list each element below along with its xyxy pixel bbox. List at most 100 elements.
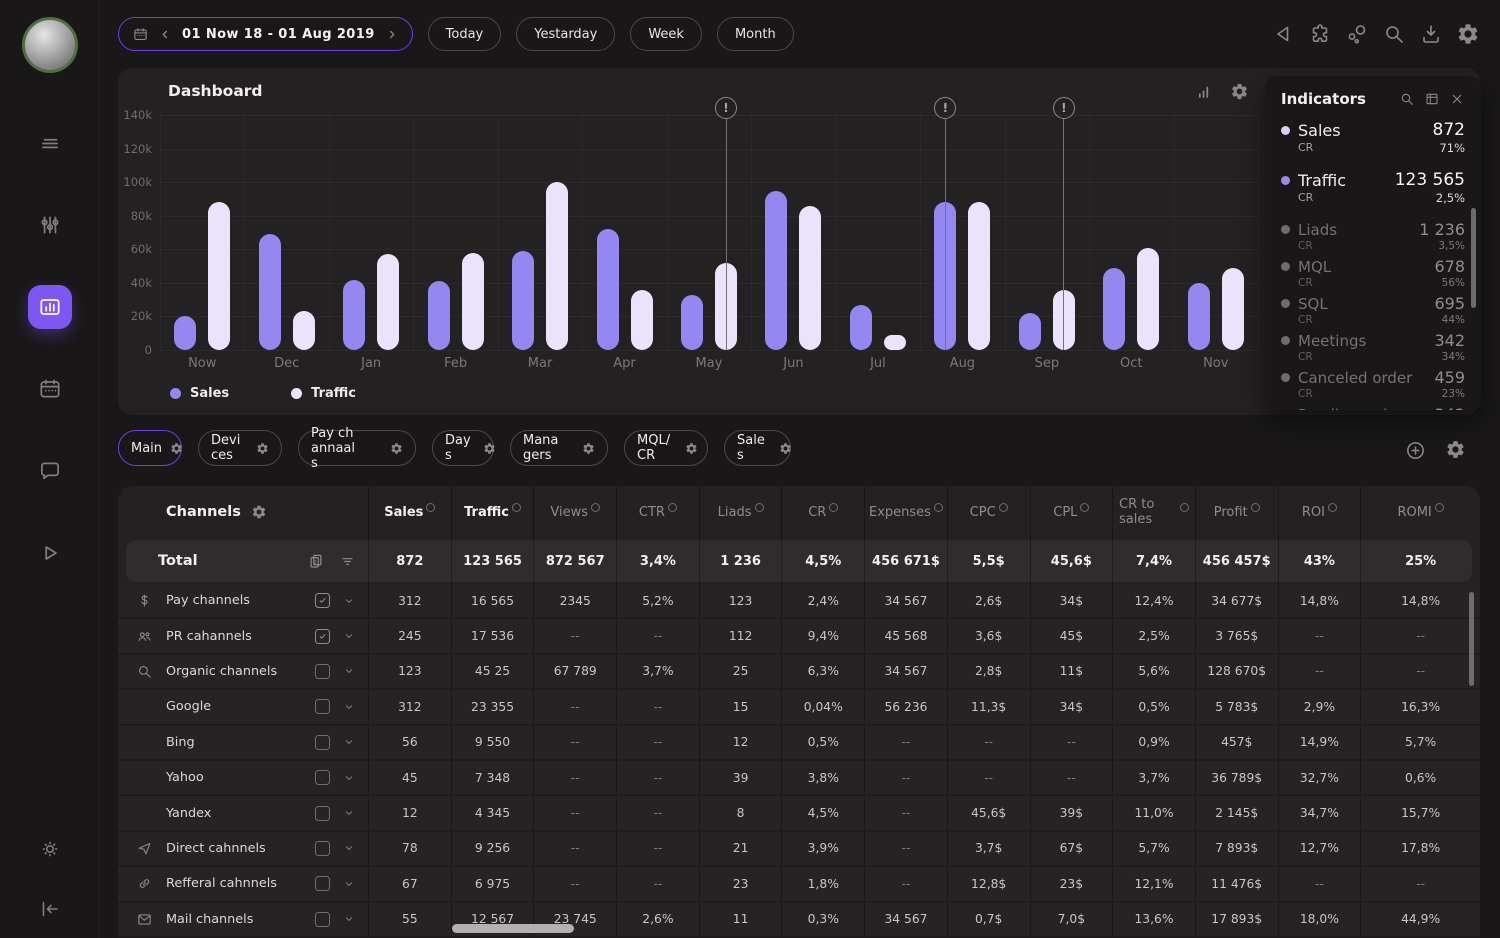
search-icon[interactable] [1399, 91, 1415, 107]
row-checkbox[interactable] [315, 806, 330, 821]
add-filter-button[interactable] [1404, 439, 1427, 462]
column-header-cr[interactable]: CR [781, 486, 864, 538]
table-vertical-scrollbar[interactable] [1469, 592, 1474, 686]
table-icon[interactable] [1424, 91, 1440, 107]
row-checkbox[interactable] [315, 664, 330, 679]
row-checkbox[interactable] [315, 593, 330, 608]
chart-settings-icon[interactable] [1230, 82, 1249, 102]
chevron-down-icon[interactable] [342, 841, 356, 855]
column-header-liads[interactable]: Liads [699, 486, 782, 538]
row-checkbox[interactable] [315, 629, 330, 644]
sidebar-item-chat[interactable] [28, 449, 72, 493]
annotation-marker[interactable]: ! [934, 97, 956, 119]
info-icon[interactable] [999, 503, 1008, 512]
avatar[interactable] [22, 17, 78, 73]
filter-chip-sales[interactable]: Sales [724, 430, 791, 466]
info-icon[interactable] [755, 503, 764, 512]
column-header-cpl[interactable]: CPL [1030, 486, 1113, 538]
indicator-meetings[interactable]: Meetings342CR34% [1281, 331, 1465, 363]
chevron-down-icon[interactable] [342, 912, 356, 926]
chart-type-icon[interactable] [1194, 82, 1214, 102]
column-header-romi[interactable]: ROMI [1360, 486, 1480, 538]
sidebar-item-filters[interactable] [28, 203, 72, 247]
info-icon[interactable] [1080, 503, 1089, 512]
info-icon[interactable] [1435, 503, 1444, 512]
row-checkbox[interactable] [315, 699, 330, 714]
chevron-down-icon[interactable] [342, 771, 356, 785]
column-header-traffic[interactable]: Traffic [451, 486, 534, 538]
info-icon[interactable] [668, 503, 677, 512]
annotation-marker[interactable]: ! [715, 97, 737, 119]
info-icon[interactable] [934, 503, 943, 512]
column-header-cpc[interactable]: CPC [947, 486, 1030, 538]
close-icon[interactable] [1449, 91, 1465, 107]
download-icon[interactable] [1419, 22, 1443, 46]
chevron-down-icon[interactable] [342, 806, 356, 820]
chip-gear-icon[interactable] [779, 442, 792, 455]
chip-gear-icon[interactable] [582, 442, 595, 455]
legend-item-sales[interactable]: Sales [170, 386, 229, 401]
chevron-down-icon[interactable] [342, 594, 356, 608]
chevron-down-icon[interactable] [342, 629, 356, 643]
column-header-roi[interactable]: ROI [1278, 486, 1361, 538]
column-header-cr-to-sales[interactable]: CR to sales [1112, 486, 1195, 538]
filter-chip-devices[interactable]: Devices [198, 430, 282, 466]
chevron-down-icon[interactable] [342, 664, 356, 678]
column-header-expenses[interactable]: Expenses [864, 486, 947, 538]
column-header-views[interactable]: Views [533, 486, 616, 538]
sidebar-item-calendar[interactable] [28, 367, 72, 411]
month-button[interactable]: Month [717, 17, 794, 51]
row-checkbox[interactable] [315, 770, 330, 785]
sidebar-item-collapse[interactable] [33, 892, 67, 926]
filter-chip-mql-cr[interactable]: MQL/CR [624, 430, 708, 466]
column-header-ctr[interactable]: CTR [616, 486, 699, 538]
sidebar-item-menu[interactable] [28, 121, 72, 165]
back-icon[interactable] [1271, 22, 1295, 46]
row-checkbox[interactable] [315, 912, 330, 927]
channels-settings-icon[interactable] [251, 504, 267, 520]
info-icon[interactable] [426, 503, 435, 512]
indicator-sql[interactable]: SQL695CR44% [1281, 294, 1465, 326]
filter-settings-button[interactable] [1445, 439, 1466, 462]
indicator-liads[interactable]: Liads1 236CR3,5% [1281, 220, 1465, 252]
chip-gear-icon[interactable] [483, 442, 496, 455]
chevron-down-icon[interactable] [342, 877, 356, 891]
extensions-icon[interactable] [1308, 22, 1332, 46]
indicator-canceled-order[interactable]: Canceled order459CR23% [1281, 368, 1465, 400]
indicator-sales[interactable]: Sales872CR71% [1281, 120, 1465, 155]
indicators-scrollbar[interactable] [1471, 208, 1476, 308]
info-icon[interactable] [829, 503, 838, 512]
filter-icon[interactable] [339, 553, 356, 570]
indicator-traffic[interactable]: Traffic123 565CR2,5% [1281, 170, 1465, 205]
indicator-pending-order[interactable]: Pending order342 [1281, 405, 1465, 410]
info-icon[interactable] [1180, 503, 1189, 512]
info-icon[interactable] [1328, 503, 1337, 512]
settings-icon[interactable] [1456, 22, 1480, 46]
table-horizontal-scrollbar[interactable] [452, 924, 574, 933]
legend-item-traffic[interactable]: Traffic [291, 386, 356, 401]
filter-chip-days[interactable]: Days [432, 430, 494, 466]
today-button[interactable]: Today [428, 17, 502, 51]
chevron-down-icon[interactable] [342, 735, 356, 749]
date-range-picker[interactable]: 01 Now 18 - 01 Aug 2019 [118, 17, 413, 51]
share-icon[interactable] [1345, 22, 1369, 46]
row-checkbox[interactable] [315, 841, 330, 856]
filter-chip-main[interactable]: Main [118, 430, 182, 466]
filter-chip-pay-channaals[interactable]: Pay channaals [298, 430, 416, 466]
annotation-marker[interactable]: ! [1053, 97, 1075, 119]
column-header-sales[interactable]: Sales [368, 486, 451, 538]
sidebar-item-play[interactable] [28, 531, 72, 575]
chip-gear-icon[interactable] [685, 442, 698, 455]
chip-gear-icon[interactable] [256, 442, 269, 455]
chip-gear-icon[interactable] [390, 442, 403, 455]
column-header-profit[interactable]: Profit [1195, 486, 1278, 538]
info-icon[interactable] [591, 503, 600, 512]
row-checkbox[interactable] [315, 735, 330, 750]
row-checkbox[interactable] [315, 876, 330, 891]
sidebar-item-dashboard[interactable] [28, 285, 72, 329]
week-button[interactable]: Week [630, 17, 702, 51]
chip-gear-icon[interactable] [170, 442, 183, 455]
filter-chip-managers[interactable]: Managers [510, 430, 608, 466]
yestarday-button[interactable]: Yestarday [516, 17, 615, 51]
info-icon[interactable] [512, 503, 521, 512]
